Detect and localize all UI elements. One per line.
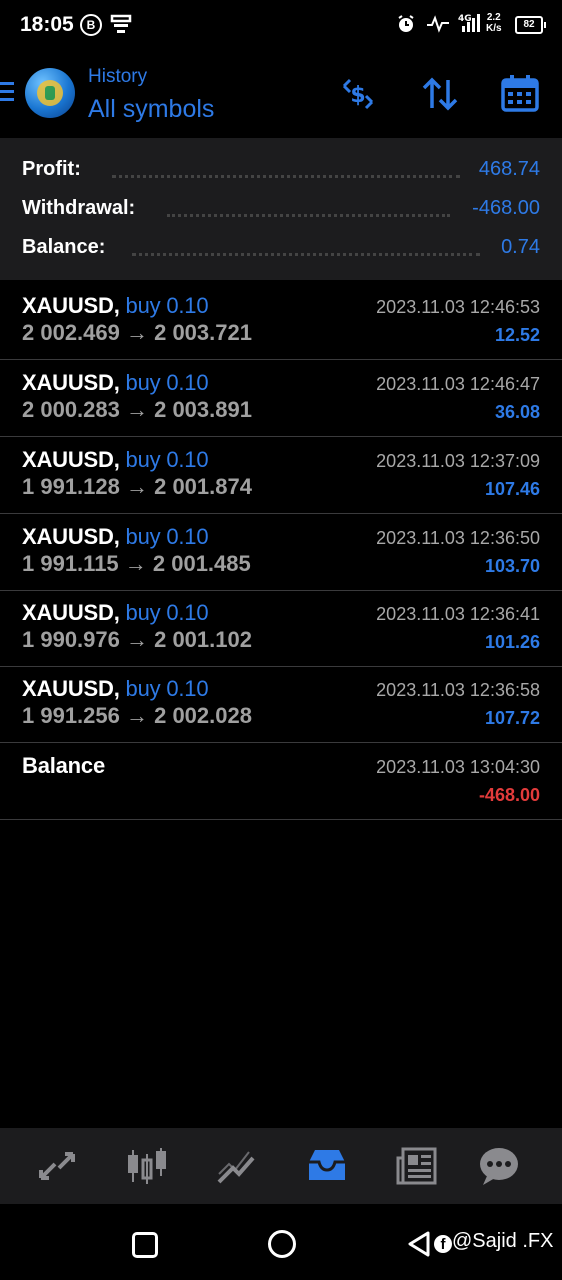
watermark-label: @Sajid .FX	[452, 1230, 554, 1252]
profit-row: Profit: 468.74	[22, 158, 540, 188]
message-icon	[110, 14, 132, 33]
deal-prices: 1 991.256 → 2 002.028	[22, 703, 252, 728]
deal-prices: 1 991.115 → 2 001.485	[22, 551, 251, 576]
deal-profit: 103.70	[484, 556, 540, 576]
history-icon[interactable]	[305, 1146, 349, 1186]
withdrawal-value: -468.00	[466, 197, 540, 220]
deal-symbol: XAUUSD,	[22, 293, 120, 318]
facebook-icon: f	[434, 1235, 452, 1253]
deal-side: buy 0.10	[125, 524, 209, 549]
signal-icon: 4G	[458, 14, 480, 32]
quotes-icon[interactable]	[35, 1146, 79, 1186]
deal-symbol: XAUUSD,	[22, 676, 120, 701]
deal-row[interactable]: XAUUSD, buy 0.10 2 002.469 → 2 003.721 2…	[0, 283, 562, 360]
deal-profit: 36.08	[494, 402, 540, 422]
app-header: History All symbols $	[0, 58, 562, 136]
balance-entry-time: 2023.11.03 13:04:30	[376, 757, 540, 777]
deal-time: 2023.11.03 12:37:09	[376, 451, 540, 471]
home-button[interactable]	[268, 1230, 296, 1258]
deal-side: buy 0.10	[125, 600, 209, 625]
deal-side: buy 0.10	[125, 447, 209, 472]
status-bar: 18:05 B 4G 2.2 K/s 82	[0, 0, 562, 50]
balance-row: Balance: 0.74	[22, 236, 540, 266]
deal-profit: 12.52	[494, 325, 540, 345]
news-icon[interactable]	[395, 1146, 439, 1186]
back-button[interactable]	[406, 1230, 432, 1258]
system-nav-bar: f @Sajid .FX	[0, 1204, 562, 1280]
network-speed: 2.2 K/s	[486, 12, 502, 34]
profit-value: 468.74	[472, 158, 540, 181]
header-subtitle: History	[88, 66, 148, 87]
deal-prices: 2 000.283 → 2 003.891	[22, 397, 252, 422]
deal-prices: 1 991.128 → 2 001.874	[22, 474, 252, 499]
deal-time: 2023.11.03 12:46:53	[376, 297, 540, 317]
balance-entry-amount: -468.00	[478, 785, 540, 805]
calendar-icon[interactable]	[500, 74, 540, 114]
deal-time: 2023.11.03 12:46:47	[376, 374, 540, 394]
activity-icon	[427, 15, 449, 33]
deal-row[interactable]: XAUUSD, buy 0.10 2 000.283 → 2 003.891 2…	[0, 360, 562, 437]
app-logo	[25, 68, 75, 118]
deal-side: buy 0.10	[125, 370, 209, 395]
status-time: 18:05	[20, 13, 74, 36]
chat-icon[interactable]	[477, 1146, 521, 1186]
alarm-icon	[398, 15, 414, 32]
menu-icon[interactable]	[0, 82, 14, 106]
bottom-nav	[0, 1128, 562, 1204]
deal-symbol: XAUUSD,	[22, 524, 120, 549]
deal-symbol: XAUUSD,	[22, 600, 120, 625]
svg-text:$: $	[350, 83, 365, 108]
deal-row[interactable]: XAUUSD, buy 0.10 1 991.128 → 2 001.874 2…	[0, 437, 562, 514]
deal-profit: 101.26	[484, 632, 540, 652]
summary-panel: Profit: 468.74 Withdrawal: -468.00 Balan…	[0, 138, 562, 280]
chart-icon[interactable]	[125, 1146, 169, 1186]
watermark-text: f @Sajid .FX	[434, 1230, 553, 1253]
balance-label: Balance:	[22, 236, 112, 259]
deal-side: buy 0.10	[125, 293, 209, 318]
withdrawal-row: Withdrawal: -468.00	[22, 197, 540, 227]
balance-value: 0.74	[495, 236, 540, 259]
header-title[interactable]: All symbols	[88, 95, 214, 124]
speed-value: 2.2	[486, 12, 501, 23]
trade-icon[interactable]	[215, 1146, 259, 1186]
speed-unit: K/s	[486, 23, 502, 34]
deal-time: 2023.11.03 12:36:50	[376, 528, 540, 548]
deal-time: 2023.11.03 12:36:41	[376, 604, 540, 624]
deal-prices: 2 002.469 → 2 003.721	[22, 320, 252, 345]
battery-icon: 82	[515, 16, 546, 34]
recents-button[interactable]	[132, 1232, 158, 1258]
profit-label: Profit:	[22, 158, 87, 181]
balance-entry-label: Balance	[22, 753, 105, 778]
deal-profit: 107.46	[484, 479, 540, 499]
sort-icon[interactable]	[420, 74, 460, 114]
deal-time: 2023.11.03 12:36:58	[376, 680, 540, 700]
deal-symbol: XAUUSD,	[22, 370, 120, 395]
balance-entry-row[interactable]: Balance 2023.11.03 13:04:30 -468.00	[0, 743, 562, 820]
deal-row[interactable]: XAUUSD, buy 0.10 1 991.115 → 2 001.485 2…	[0, 514, 562, 591]
withdrawal-label: Withdrawal:	[22, 197, 142, 220]
deal-symbol: XAUUSD,	[22, 447, 120, 472]
deal-row[interactable]: XAUUSD, buy 0.10 1 991.256 → 2 002.028 2…	[0, 666, 562, 743]
deal-profit: 107.72	[484, 708, 540, 728]
deal-row[interactable]: XAUUSD, buy 0.10 1 990.976 → 2 001.102 2…	[0, 590, 562, 667]
deal-prices: 1 990.976 → 2 001.102	[22, 627, 252, 652]
deal-side: buy 0.10	[125, 676, 209, 701]
currency-filter-icon[interactable]: $	[338, 74, 378, 114]
b-badge-icon: B	[80, 14, 102, 36]
